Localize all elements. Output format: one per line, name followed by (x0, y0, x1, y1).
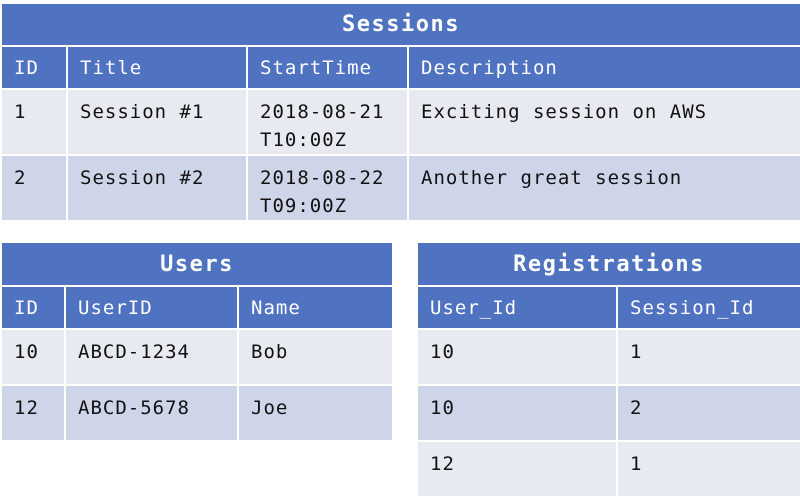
sessions-header-description: Description (406, 45, 800, 90)
sessions-header-id: ID (0, 45, 68, 90)
sessions-title: Sessions (0, 2, 800, 47)
users-table: Users ID UserID Name 10 ABCD-1234 Bob 12… (0, 241, 395, 442)
table-row: 10 ABCD-1234 Bob (0, 328, 395, 386)
sessions-header-starttime: StartTime (246, 45, 409, 90)
table-row: 10 1 (416, 328, 800, 386)
table-row: 1 Session #1 2018-08-21T10:00Z Exciting … (0, 88, 800, 156)
users-title: Users (0, 241, 395, 287)
table-row: 10 2 (416, 384, 800, 442)
sessions-cell-title: Session #2 (66, 154, 248, 222)
users-header-name: Name (236, 285, 395, 330)
table-row: 2 Session #2 2018-08-22T09:00Z Another g… (0, 154, 800, 222)
users-cell-userid: ABCD-1234 (64, 328, 239, 386)
sessions-cell-description: Exciting session on AWS (406, 88, 800, 156)
users-cell-id: 12 (0, 384, 66, 442)
registrations-cell-session-id: 1 (616, 328, 800, 386)
table-row: 12 1 (416, 440, 800, 498)
registrations-table: Registrations User_Id Session_Id 10 1 10… (416, 241, 800, 498)
users-cell-name: Bob (236, 328, 395, 386)
sessions-cell-starttime: 2018-08-22T09:00Z (246, 154, 409, 222)
registrations-cell-user-id: 12 (416, 440, 618, 498)
registrations-cell-user-id: 10 (416, 384, 618, 442)
sessions-cell-description: Another great session (406, 154, 800, 222)
users-cell-name: Joe (236, 384, 395, 442)
registrations-cell-session-id: 2 (616, 384, 800, 442)
sessions-header-title: Title (66, 45, 248, 90)
table-row: 12 ABCD-5678 Joe (0, 384, 395, 442)
users-cell-id: 10 (0, 328, 66, 386)
users-cell-userid: ABCD-5678 (64, 384, 239, 442)
sessions-table: Sessions ID Title StartTime Description … (0, 2, 800, 222)
registrations-title: Registrations (416, 241, 800, 287)
registrations-cell-session-id: 1 (616, 440, 800, 498)
registrations-header-session-id: Session_Id (616, 285, 800, 330)
sessions-cell-starttime: 2018-08-21T10:00Z (246, 88, 409, 156)
sessions-cell-title: Session #1 (66, 88, 248, 156)
sessions-cell-id: 2 (0, 154, 68, 222)
users-header-userid: UserID (64, 285, 239, 330)
registrations-header-user-id: User_Id (416, 285, 618, 330)
users-header-id: ID (0, 285, 66, 330)
registrations-cell-user-id: 10 (416, 328, 618, 386)
sessions-cell-id: 1 (0, 88, 68, 156)
